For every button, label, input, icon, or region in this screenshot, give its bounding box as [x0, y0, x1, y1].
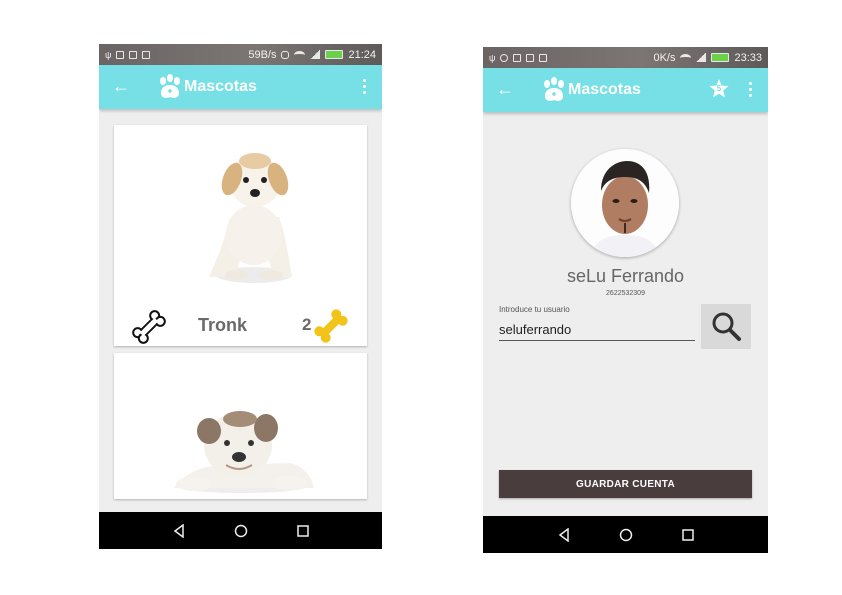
status-bar: ψ 0K/s 23:33 [483, 47, 768, 68]
battery-icon [325, 50, 344, 59]
location-icon [500, 53, 509, 62]
favorites-star-button[interactable]: 5 [708, 78, 730, 100]
network-speed: 59B/s [248, 48, 277, 61]
pet-name: Tronk [198, 315, 248, 335]
username-input[interactable] [499, 321, 695, 341]
signal-icon [310, 50, 321, 59]
overflow-menu-icon[interactable] [749, 82, 753, 97]
phone-screen-account: ψ 0K/s 23:33 ← Mascotas 5 seLu Ferrando … [483, 47, 768, 553]
username-label: Introduce tu usuario [499, 305, 570, 314]
system-nav-bar [483, 516, 768, 553]
nav-recents-icon[interactable] [681, 528, 695, 542]
bone-like-button-icon[interactable] [129, 307, 169, 347]
profile-photo [571, 149, 679, 257]
nav-home-icon[interactable] [619, 528, 633, 542]
app-title: Mascotas [184, 78, 257, 95]
car-icon [513, 53, 522, 62]
pet-card [114, 353, 367, 499]
wifi-icon [680, 53, 692, 62]
usb-icon: ψ [105, 49, 112, 60]
vibrate-icon [281, 50, 290, 59]
app-bar: ← Mascotas 5 [483, 68, 768, 112]
app-title: Mascotas [568, 81, 641, 98]
phone-screen-pets: ψ 59B/s 21:24 ← Mascotas Tronk 2 [99, 44, 382, 549]
search-icon [712, 312, 741, 341]
paw-logo-icon [544, 77, 564, 101]
search-button[interactable] [701, 304, 751, 349]
profile-name: seLu Ferrando [566, 266, 685, 286]
network-speed: 0K/s [653, 51, 676, 64]
image-icon [526, 53, 535, 62]
car-icon [116, 50, 125, 59]
bulldog-photo [174, 411, 314, 493]
bone-rating-icon [314, 309, 348, 343]
nav-home-icon[interactable] [234, 524, 248, 538]
usb-icon: ψ [489, 52, 496, 63]
photo-icon [539, 53, 548, 62]
clock: 21:24 [348, 48, 376, 61]
system-nav-bar [99, 512, 382, 549]
signal-icon [696, 53, 707, 62]
save-account-button[interactable]: GUARDAR CUENTA [499, 470, 752, 498]
back-arrow-icon[interactable]: ← [112, 76, 130, 96]
nav-back-icon[interactable] [557, 527, 571, 542]
avatar [571, 149, 679, 257]
image-icon [129, 50, 138, 59]
status-bar: ψ 59B/s 21:24 [99, 44, 382, 65]
puppy-photo [209, 153, 292, 283]
clock: 23:33 [734, 51, 762, 64]
pet-card: Tronk 2 [114, 125, 367, 346]
overflow-menu-icon[interactable] [363, 79, 367, 94]
nav-back-icon[interactable] [172, 523, 186, 538]
star-count: 5 [716, 84, 722, 93]
message-icon [142, 50, 151, 59]
paw-logo-icon [160, 74, 180, 98]
wifi-icon [294, 50, 306, 59]
nav-recents-icon[interactable] [296, 524, 310, 538]
back-arrow-icon[interactable]: ← [496, 79, 514, 99]
battery-icon [711, 53, 730, 62]
app-bar: ← Mascotas [99, 65, 382, 109]
profile-id: 2622532309 [606, 290, 645, 297]
